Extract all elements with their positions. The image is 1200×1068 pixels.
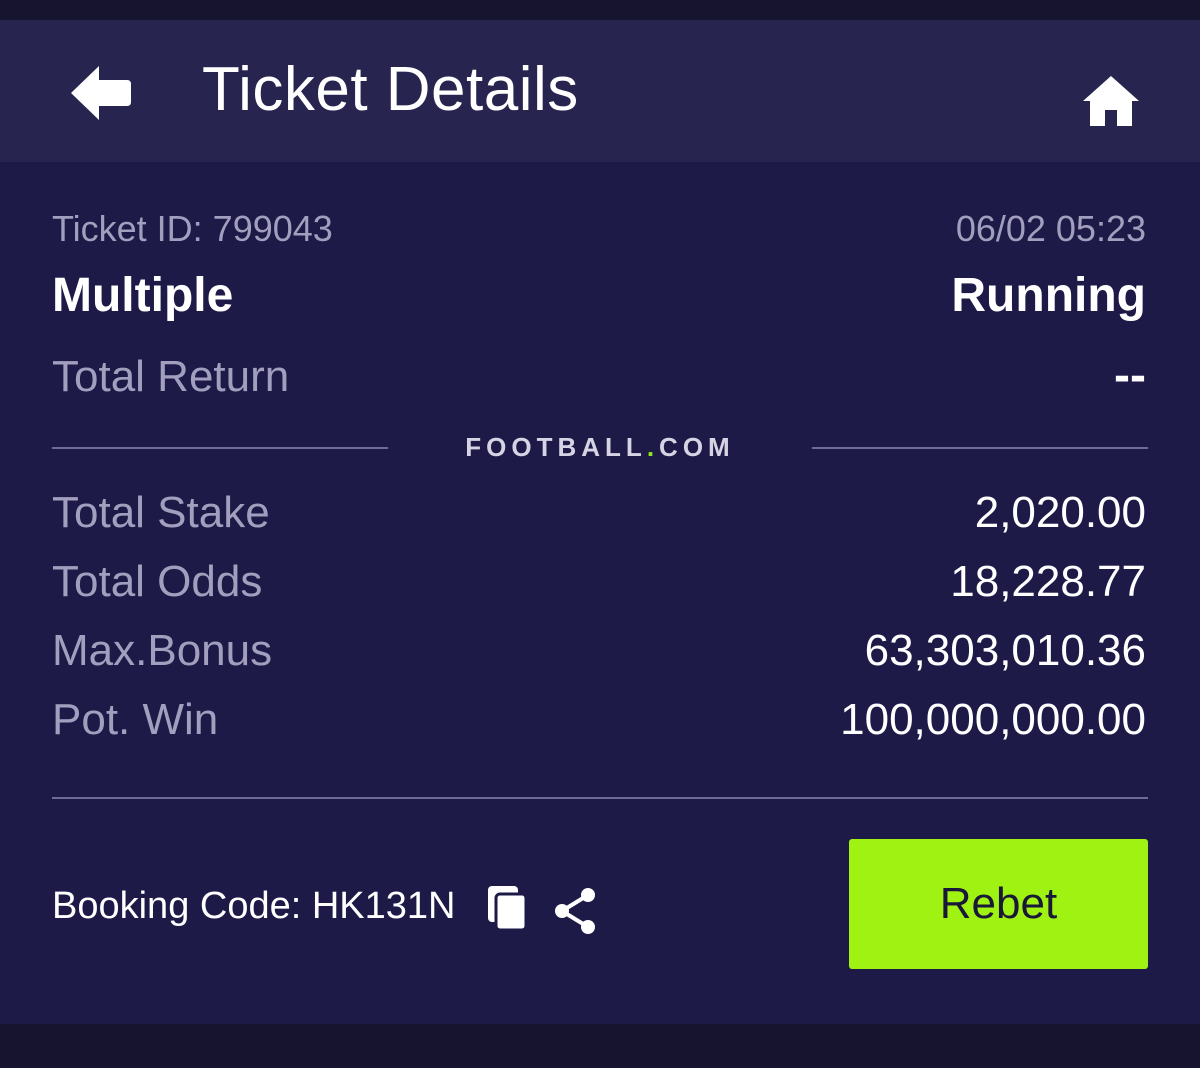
summary-value: 100,000,000.00 bbox=[840, 695, 1146, 744]
bet-type: Multiple bbox=[52, 269, 234, 322]
brand-watermark: FOOTBALL.COM bbox=[388, 432, 812, 463]
summary-value: 63,303,010.36 bbox=[864, 626, 1146, 675]
ticket-type-row: Multiple Running bbox=[52, 268, 1146, 323]
home-icon bbox=[1083, 76, 1139, 126]
page-title: Ticket Details bbox=[202, 55, 579, 124]
total-return-value: -- bbox=[1114, 349, 1146, 402]
ticket-status: Running bbox=[951, 269, 1146, 322]
brand-dot: . bbox=[646, 432, 660, 462]
summary-row: Max.Bonus 63,303,010.36 bbox=[52, 626, 1146, 676]
total-return-row: Total Return -- bbox=[52, 348, 1146, 403]
status-bar-strip bbox=[0, 0, 1200, 20]
divider-right bbox=[812, 447, 1148, 449]
ticket-content: Ticket ID: 799043 06/02 05:23 Multiple R… bbox=[0, 162, 1200, 1024]
ticket-id: Ticket ID: 799043 bbox=[52, 208, 333, 249]
ticket-datetime: 06/02 05:23 bbox=[955, 208, 1146, 249]
summary-row: Total Stake 2,020.00 bbox=[52, 488, 1146, 538]
booking-code: Booking Code: HK131N bbox=[52, 885, 456, 927]
share-icon bbox=[555, 888, 595, 934]
ticket-details-screen: Ticket Details Ticket ID: 799043 06/02 0… bbox=[0, 0, 1200, 1068]
summary-label: Total Stake bbox=[52, 488, 270, 537]
rebet-button[interactable]: Rebet bbox=[849, 839, 1148, 969]
summary-row: Pot. Win 100,000,000.00 bbox=[52, 695, 1146, 745]
section-divider bbox=[52, 797, 1148, 799]
app-header: Ticket Details bbox=[0, 20, 1200, 162]
total-return-label: Total Return bbox=[52, 352, 290, 401]
share-button[interactable] bbox=[552, 886, 598, 936]
summary-value: 2,020.00 bbox=[974, 488, 1146, 537]
copy-icon bbox=[488, 886, 528, 932]
summary-value: 18,228.77 bbox=[950, 557, 1146, 606]
brand-name-left: FOOTBALL bbox=[465, 432, 647, 462]
brand-name-right: COM bbox=[659, 432, 735, 462]
summary-label: Total Odds bbox=[52, 557, 263, 606]
back-button[interactable] bbox=[62, 66, 138, 120]
ticket-meta-row: Ticket ID: 799043 06/02 05:23 bbox=[52, 208, 1146, 250]
home-button[interactable] bbox=[1078, 68, 1144, 134]
summary-row: Total Odds 18,228.77 bbox=[52, 557, 1146, 607]
summary-label: Max.Bonus bbox=[52, 626, 273, 675]
bottom-strip bbox=[0, 1024, 1200, 1068]
summary-label: Pot. Win bbox=[52, 695, 219, 744]
back-arrow-icon bbox=[71, 66, 131, 120]
divider-left bbox=[52, 447, 388, 449]
copy-booking-code-button[interactable] bbox=[486, 884, 530, 934]
